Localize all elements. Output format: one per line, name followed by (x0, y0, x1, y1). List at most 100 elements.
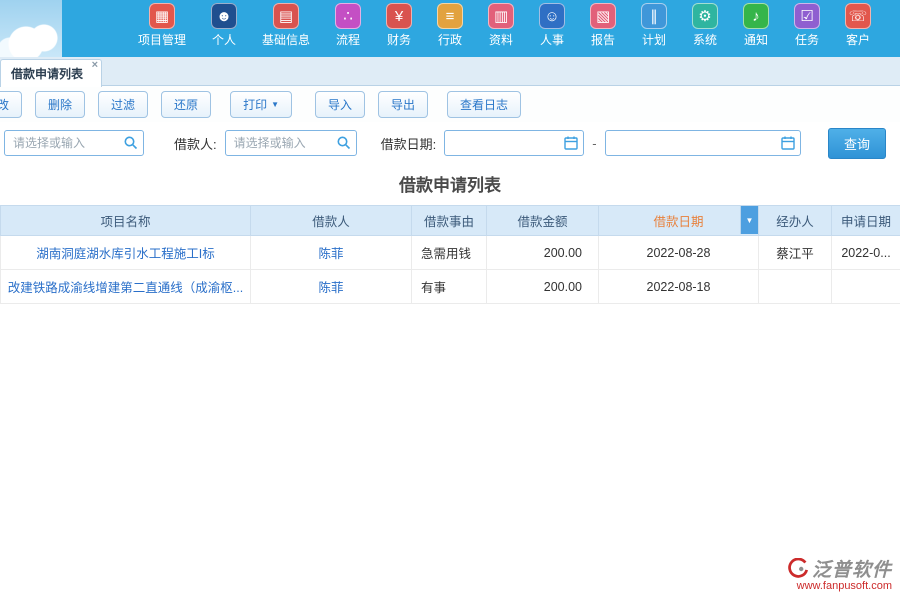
toolbar: 改 删除 过滤 还原 打印 ▼ 导入 导出 查看日志 (0, 86, 900, 122)
flowchart-icon: ∴ (335, 3, 361, 29)
restore-button[interactable]: 还原 (161, 91, 211, 118)
column-header-project-name[interactable]: 项目名称 (1, 206, 251, 236)
gear-icon: ⚙ (692, 3, 718, 29)
chevron-down-icon: ▼ (271, 100, 279, 109)
nav-item-customer[interactable]: ☏ 客户 (845, 3, 871, 48)
cell-loan-reason: 有事 (412, 270, 487, 304)
borrower-label: 借款人: (174, 134, 217, 153)
cell-borrower: 陈菲 (251, 270, 412, 304)
column-header-borrower[interactable]: 借款人 (251, 206, 412, 236)
query-button[interactable]: 查询 (828, 128, 886, 159)
nav-item-project-management[interactable]: ▦ 项目管理 (138, 3, 186, 48)
nav-label: 报告 (591, 31, 615, 48)
nav-label: 通知 (744, 31, 768, 48)
customer-icon: ☏ (845, 3, 871, 29)
nav-item-plan[interactable]: ∥ 计划 (641, 3, 667, 48)
cell-loan-date: 2022-08-18 (599, 270, 759, 304)
calendar-icon[interactable] (780, 135, 796, 151)
nav-label: 项目管理 (138, 31, 186, 48)
search-icon[interactable] (123, 135, 139, 151)
nav-label: 个人 (212, 31, 236, 48)
view-log-button[interactable]: 查看日志 (447, 91, 521, 118)
loan-date-to-input[interactable] (605, 130, 801, 156)
loan-date-label: 借款日期: (381, 134, 437, 153)
print-label: 打印 (243, 96, 267, 113)
nav-label: 行政 (438, 31, 462, 48)
date-range-separator: - (592, 136, 596, 151)
nav-item-finance[interactable]: ¥ 财务 (386, 3, 412, 48)
nav-label: 资料 (489, 31, 513, 48)
hr-person-icon: ☺ (539, 3, 565, 29)
plan-icon: ∥ (641, 3, 667, 29)
cell-loan-amount: 200.00 (487, 270, 599, 304)
column-header-loan-date[interactable]: 借款日期 ▼ (599, 206, 759, 236)
speaker-icon: ♪ (743, 3, 769, 29)
column-header-loan-reason[interactable]: 借款事由 (412, 206, 487, 236)
task-icon: ☑ (794, 3, 820, 29)
column-dropdown-icon[interactable]: ▼ (740, 206, 758, 234)
table-header-row: 项目名称 借款人 借款事由 借款金额 借款日期 ▼ 经办人 申请日期 (1, 206, 900, 236)
search-icon[interactable] (336, 135, 352, 151)
brand-name: 泛普软件 (812, 555, 892, 582)
cell-handler: 蔡江平 (759, 236, 832, 270)
filter-row: 借款人: 借款日期: - 查询 (0, 122, 900, 164)
top-header: ▦ 项目管理 ☻ 个人 ▤ 基础信息 ∴ 流程 ¥ 财务 ≡ 行政 ▥ 资料 ☺ (0, 0, 900, 57)
person-icon: ☻ (211, 3, 237, 29)
project-link[interactable]: 改建铁路成渝线增建第二直通线（成渝枢... (8, 281, 243, 295)
brand-watermark: 泛普软件 www.fanpusoft.com (787, 555, 892, 592)
print-button[interactable]: 打印 ▼ (230, 91, 292, 118)
cell-loan-reason: 急需用钱 (412, 236, 487, 270)
tab-loan-application-list[interactable]: 借款申请列表 × (0, 59, 102, 87)
column-header-loan-amount[interactable]: 借款金额 (487, 206, 599, 236)
brand-url: www.fanpusoft.com (787, 580, 892, 592)
nav-item-materials[interactable]: ▥ 资料 (488, 3, 514, 48)
nav-item-report[interactable]: ▧ 报告 (590, 3, 616, 48)
nav-label: 系统 (693, 31, 717, 48)
export-button[interactable]: 导出 (378, 91, 428, 118)
project-link[interactable]: 湖南洞庭湖水库引水工程施工I标 (36, 247, 214, 261)
nav-label: 流程 (336, 31, 360, 48)
tab-label: 借款申请列表 (11, 65, 83, 82)
delete-button[interactable]: 删除 (35, 91, 85, 118)
close-icon[interactable]: × (92, 60, 98, 71)
loan-date-header-label: 借款日期 (653, 215, 703, 229)
nav-item-task[interactable]: ☑ 任务 (794, 3, 820, 48)
cell-apply-date: 2022-0... (832, 236, 900, 270)
nav-label: 计划 (642, 31, 666, 48)
nav-item-hr[interactable]: ☺ 人事 (539, 3, 565, 48)
layers-icon: ≡ (437, 3, 463, 29)
borrower-link[interactable]: 陈菲 (318, 247, 343, 261)
nav-item-notice[interactable]: ♪ 通知 (743, 3, 769, 48)
page-title: 借款申请列表 (0, 171, 900, 196)
table-row[interactable]: 湖南洞庭湖水库引水工程施工I标 陈菲 急需用钱 200.00 2022-08-2… (1, 236, 900, 270)
cell-project-name: 改建铁路成渝线增建第二直通线（成渝枢... (1, 270, 251, 304)
report-icon: ▧ (590, 3, 616, 29)
import-button[interactable]: 导入 (315, 91, 365, 118)
nav-label: 任务 (795, 31, 819, 48)
main-nav: ▦ 项目管理 ☻ 个人 ▤ 基础信息 ∴ 流程 ¥ 财务 ≡ 行政 ▥ 资料 ☺ (138, 3, 896, 48)
nav-item-personal[interactable]: ☻ 个人 (211, 3, 237, 48)
nav-label: 基础信息 (262, 31, 310, 48)
nav-label: 财务 (387, 31, 411, 48)
nav-label: 客户 (846, 31, 870, 48)
nav-item-workflow[interactable]: ∴ 流程 (335, 3, 361, 48)
fanpu-logo-icon (787, 558, 809, 580)
edit-button[interactable]: 改 (0, 91, 22, 118)
cell-project-name: 湖南洞庭湖水库引水工程施工I标 (1, 236, 251, 270)
nav-item-administration[interactable]: ≡ 行政 (437, 3, 463, 48)
nav-item-basic-info[interactable]: ▤ 基础信息 (262, 3, 310, 48)
calendar-icon[interactable] (563, 135, 579, 151)
finance-icon: ¥ (386, 3, 412, 29)
cloud-logo (0, 0, 62, 57)
column-header-apply-date[interactable]: 申请日期 (832, 206, 900, 236)
nav-label: 人事 (540, 31, 564, 48)
file-icon: ▥ (488, 3, 514, 29)
cell-loan-date: 2022-08-28 (599, 236, 759, 270)
nav-item-system[interactable]: ⚙ 系统 (692, 3, 718, 48)
borrower-link[interactable]: 陈菲 (318, 281, 343, 295)
cell-apply-date (832, 270, 900, 304)
column-header-handler[interactable]: 经办人 (759, 206, 832, 236)
filter-button[interactable]: 过滤 (98, 91, 148, 118)
grid-icon: ▦ (149, 3, 175, 29)
table-row[interactable]: 改建铁路成渝线增建第二直通线（成渝枢... 陈菲 有事 200.00 2022-… (1, 270, 900, 304)
